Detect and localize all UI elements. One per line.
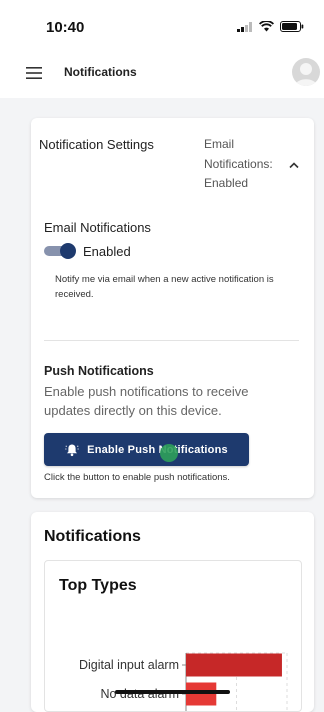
signal-icon — [237, 21, 252, 32]
status-icons — [237, 21, 304, 32]
push-notifications-heading: Push Notifications — [44, 364, 154, 378]
notifications-card: Notifications Top Types Digital input al… — [31, 512, 314, 712]
chart-category-label: Digital input alarm — [79, 658, 179, 672]
page-title: Notifications — [64, 65, 137, 79]
toggle-thumb — [60, 243, 76, 259]
enable-push-notifications-button[interactable]: Enable Push Notifications — [44, 433, 249, 466]
email-notifications-description: Notify me via email when a new active no… — [55, 274, 274, 300]
email-toggle-label: Enabled — [83, 244, 131, 259]
push-button-label: Enable Push Notifications — [87, 443, 228, 456]
notifications-title: Notifications — [44, 528, 141, 545]
push-notifications-description: Enable push notifications to receive upd… — [44, 384, 249, 418]
status-bar: 10:40 — [0, 0, 324, 48]
chevron-up-icon[interactable] — [289, 161, 299, 169]
notification-settings-card: Notification Settings Email Notification… — [31, 118, 314, 498]
email-notifications-toggle[interactable] — [44, 243, 76, 259]
push-help-text: Click the button to enable push notifica… — [44, 472, 230, 483]
chart-bar[interactable] — [186, 653, 282, 677]
bell-icon — [65, 444, 79, 456]
wifi-icon — [259, 21, 274, 32]
user-icon — [295, 63, 317, 86]
menu-icon[interactable] — [26, 67, 42, 79]
battery-icon — [280, 21, 304, 32]
settings-title[interactable]: Notification Settings — [39, 137, 154, 152]
touch-indicator — [160, 444, 178, 462]
email-notifications-heading: Email Notifications — [44, 220, 151, 235]
home-indicator — [115, 690, 230, 694]
chart-bar[interactable] — [186, 682, 217, 706]
status-time: 10:40 — [46, 19, 85, 36]
top-types-chart: Digital input alarmNo data alarmGrid ala… — [79, 652, 288, 711]
divider — [44, 340, 299, 341]
app-header: Notifications — [0, 48, 324, 98]
avatar[interactable] — [292, 58, 320, 86]
